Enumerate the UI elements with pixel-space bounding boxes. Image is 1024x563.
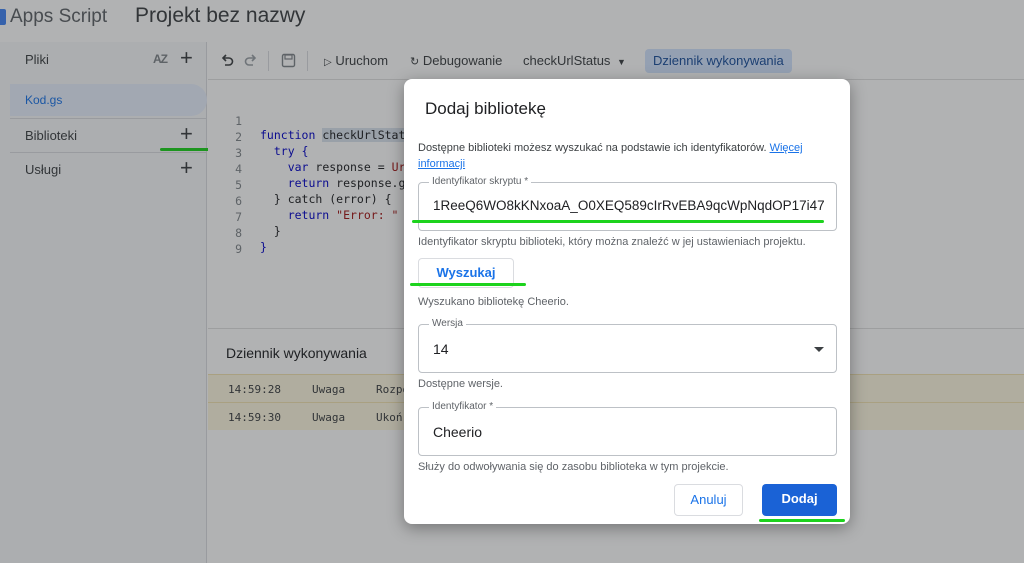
cancel-button-label: Anuluj	[690, 492, 727, 507]
highlight-mark	[759, 519, 845, 522]
dialog-title: Dodaj bibliotekę	[425, 99, 546, 118]
description-text: Dostępne biblioteki możesz wyszukać na p…	[418, 142, 770, 154]
dialog-description: Dostępne biblioteki możesz wyszukać na p…	[418, 140, 838, 172]
version-label: Wersja	[429, 318, 466, 329]
identifier-field[interactable]: Identyfikator * Cheerio	[418, 401, 837, 456]
identifier-input[interactable]: Cheerio	[433, 424, 482, 440]
identifier-helper: Służy do odwoływania się do zasobu bibli…	[418, 461, 729, 473]
script-id-helper: Identyfikator skryptu biblioteki, który …	[418, 236, 806, 248]
cancel-button[interactable]: Anuluj	[674, 484, 743, 516]
chevron-down-icon	[814, 347, 824, 352]
version-select[interactable]: Wersja 14	[418, 318, 837, 373]
add-library-dialog: Dodaj bibliotekę Dostępne biblioteki moż…	[404, 79, 850, 524]
add-button[interactable]: Dodaj	[762, 484, 837, 516]
add-button-label: Dodaj	[781, 491, 818, 506]
script-id-label: Identyfikator skryptu *	[429, 176, 532, 187]
highlight-mark	[410, 283, 526, 286]
script-id-field[interactable]: Identyfikator skryptu * 1ReeQ6WO8kKNxoaA…	[418, 176, 837, 231]
identifier-label: Identyfikator *	[429, 401, 497, 412]
version-helper: Dostępne wersje.	[418, 378, 503, 390]
highlight-mark	[412, 220, 824, 223]
search-result: Wyszukano bibliotekę Cheerio.	[418, 296, 569, 308]
script-id-input[interactable]: 1ReeQ6WO8kKNxoaA_O0XEQ589cIrRvEBA9qcWpNq…	[433, 198, 825, 213]
version-value: 14	[433, 341, 449, 357]
